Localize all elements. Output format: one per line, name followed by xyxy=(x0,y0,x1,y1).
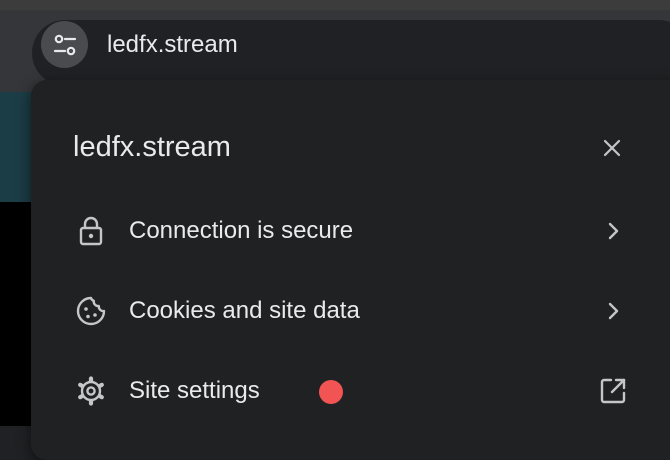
site-settings-row[interactable]: Site settings xyxy=(31,357,661,425)
site-settings-label: Site settings xyxy=(129,377,260,404)
notification-dot xyxy=(319,380,343,404)
site-info-button[interactable] xyxy=(41,21,88,68)
connection-security-row[interactable]: Connection is secure xyxy=(31,197,661,265)
tune-icon xyxy=(52,32,78,58)
window-top-strip xyxy=(0,0,670,10)
connection-security-label: Connection is secure xyxy=(129,217,354,244)
gear-icon xyxy=(75,375,107,407)
cookie-icon xyxy=(75,295,107,327)
close-button[interactable] xyxy=(596,132,628,164)
close-icon xyxy=(601,137,623,159)
cookies-site-data-row[interactable]: Cookies and site data xyxy=(31,277,661,345)
chevron-right-icon xyxy=(597,295,629,327)
chevron-right-icon xyxy=(597,215,629,247)
address-bar-url[interactable]: ledfx.stream xyxy=(107,28,238,62)
cookies-site-data-label: Cookies and site data xyxy=(129,297,360,324)
open-in-new-icon[interactable] xyxy=(596,374,630,408)
popup-title: ledfx.stream xyxy=(73,131,231,163)
lock-icon xyxy=(75,215,107,247)
